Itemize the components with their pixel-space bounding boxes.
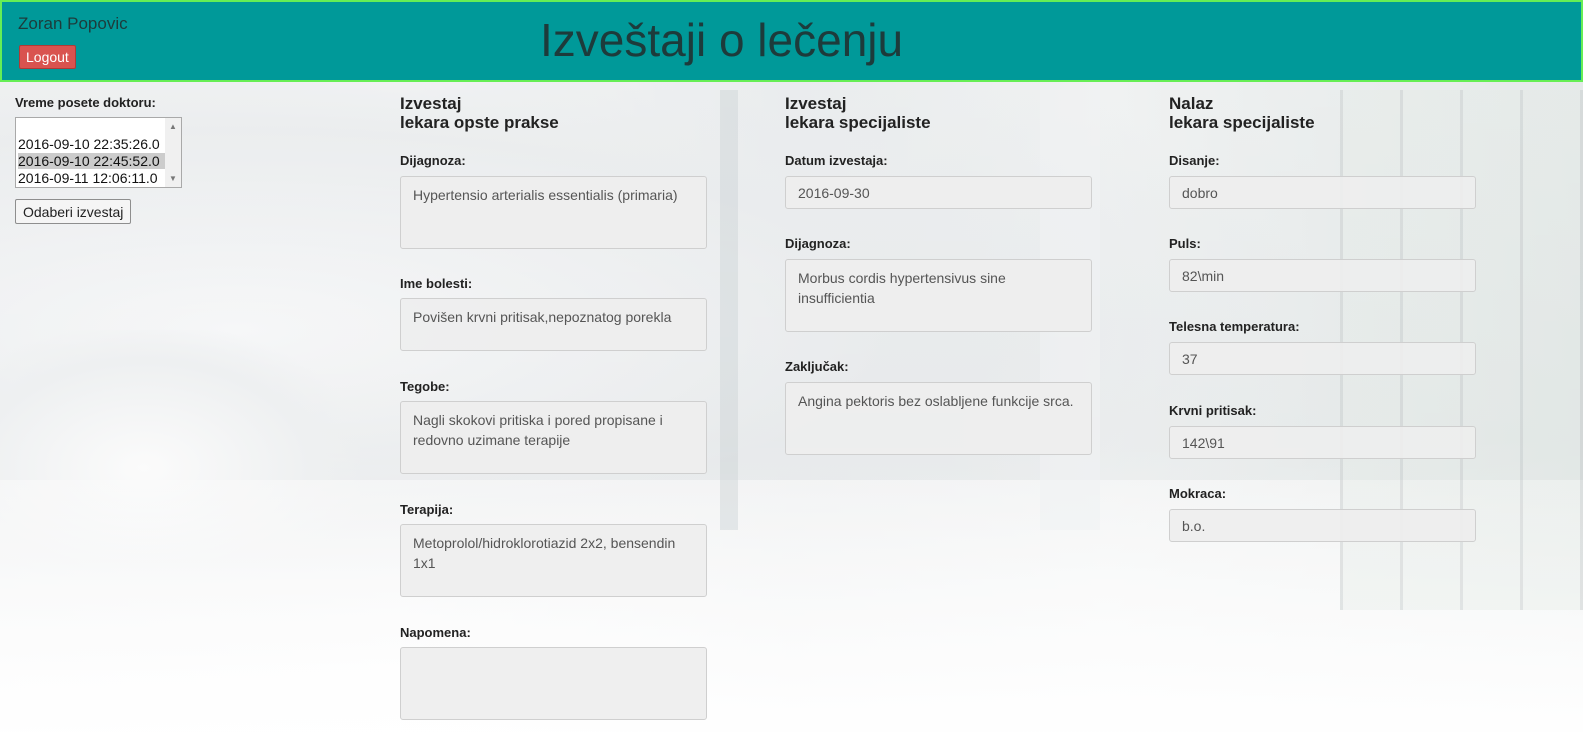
visit-option[interactable]: 2016-09-11 12:06:11.0 [18,170,166,186]
gp-report-title-line1: Izvestaj [400,94,462,113]
gp-disease-label: Ime bolesti: [400,276,473,291]
select-report-button[interactable]: Odaberi izvestaj [15,199,132,224]
urine-label: Mokraca: [1169,486,1227,501]
gp-report-title: Izvestaj lekara opste prakse [400,94,559,132]
header-bar: Zoran Popovic Logout Izveštaji o lečenju [0,0,1583,82]
gp-disease-field[interactable]: Povišen krvni pritisak,nepoznatog porekl… [400,298,707,351]
report-date-label: Datum izvestaja: [785,153,888,168]
blood-pressure-label: Krvni pritisak: [1169,403,1257,418]
report-date-field[interactable]: 2016-09-30 [785,176,1092,209]
temperature-label: Telesna temperatura: [1169,319,1300,334]
logout-button[interactable]: Logout [19,45,76,69]
scroll-up-icon[interactable]: ▲ [169,122,177,131]
conclusion-label: Zaključak: [785,359,849,374]
background-column [720,90,738,530]
breathing-label: Disanje: [1169,153,1220,168]
temperature-field[interactable]: 37 [1169,342,1476,375]
specialist-diagnosis-field[interactable]: Morbus cordis hypertensivus sine insuffi… [785,259,1092,332]
pulse-field[interactable]: 82\min [1169,259,1476,292]
visit-time-listbox[interactable]: 2016-09-10 22:35:26.0 2016-09-10 22:45:5… [15,117,182,188]
scroll-down-icon[interactable]: ▼ [169,174,177,183]
breathing-field[interactable]: dobro [1169,176,1476,209]
findings-title: Nalaz lekara specijaliste [1169,94,1315,132]
findings-title-line2: lekara specijaliste [1169,113,1315,132]
gp-therapy-field[interactable]: Metoprolol/hidroklorotiazid 2x2, bensend… [400,524,707,597]
gp-complaints-field[interactable]: Nagli skokovi pritiska i pored propisane… [400,401,707,474]
specialist-report-title-line2: lekara specijaliste [785,113,931,132]
background-reception-desk [0,330,360,560]
gp-note-field[interactable] [400,647,707,720]
conclusion-field[interactable]: Angina pektoris bez oslabljene funkcije … [785,382,1092,455]
pulse-label: Puls: [1169,236,1201,251]
visit-option-selected[interactable]: 2016-09-10 22:45:52.0 [18,153,166,169]
visit-time-label: Vreme posete doktoru: [15,95,156,110]
gp-therapy-label: Terapija: [400,502,454,517]
gp-report-title-line2: lekara opste prakse [400,113,559,132]
visit-option[interactable]: 2016-09-10 22:35:26.0 [18,136,166,152]
blood-pressure-field[interactable]: 142\91 [1169,426,1476,459]
gp-diagnosis-field[interactable]: Hypertensio arterialis essentialis (prim… [400,176,707,249]
specialist-diagnosis-label: Dijagnoza: [785,236,851,251]
findings-title-line1: Nalaz [1169,94,1214,113]
specialist-report-title-line1: Izvestaj [785,94,847,113]
page-title: Izveštaji o lečenju [540,14,904,66]
urine-field[interactable]: b.o. [1169,509,1476,542]
gp-note-label: Napomena: [400,625,471,640]
gp-complaints-label: Tegobe: [400,379,450,394]
user-name: Zoran Popovic [18,14,128,33]
specialist-report-title: Izvestaj lekara specijaliste [785,94,931,132]
listbox-scrollbar[interactable]: ▲ ▼ [165,118,181,187]
gp-diagnosis-label: Dijagnoza: [400,153,466,168]
